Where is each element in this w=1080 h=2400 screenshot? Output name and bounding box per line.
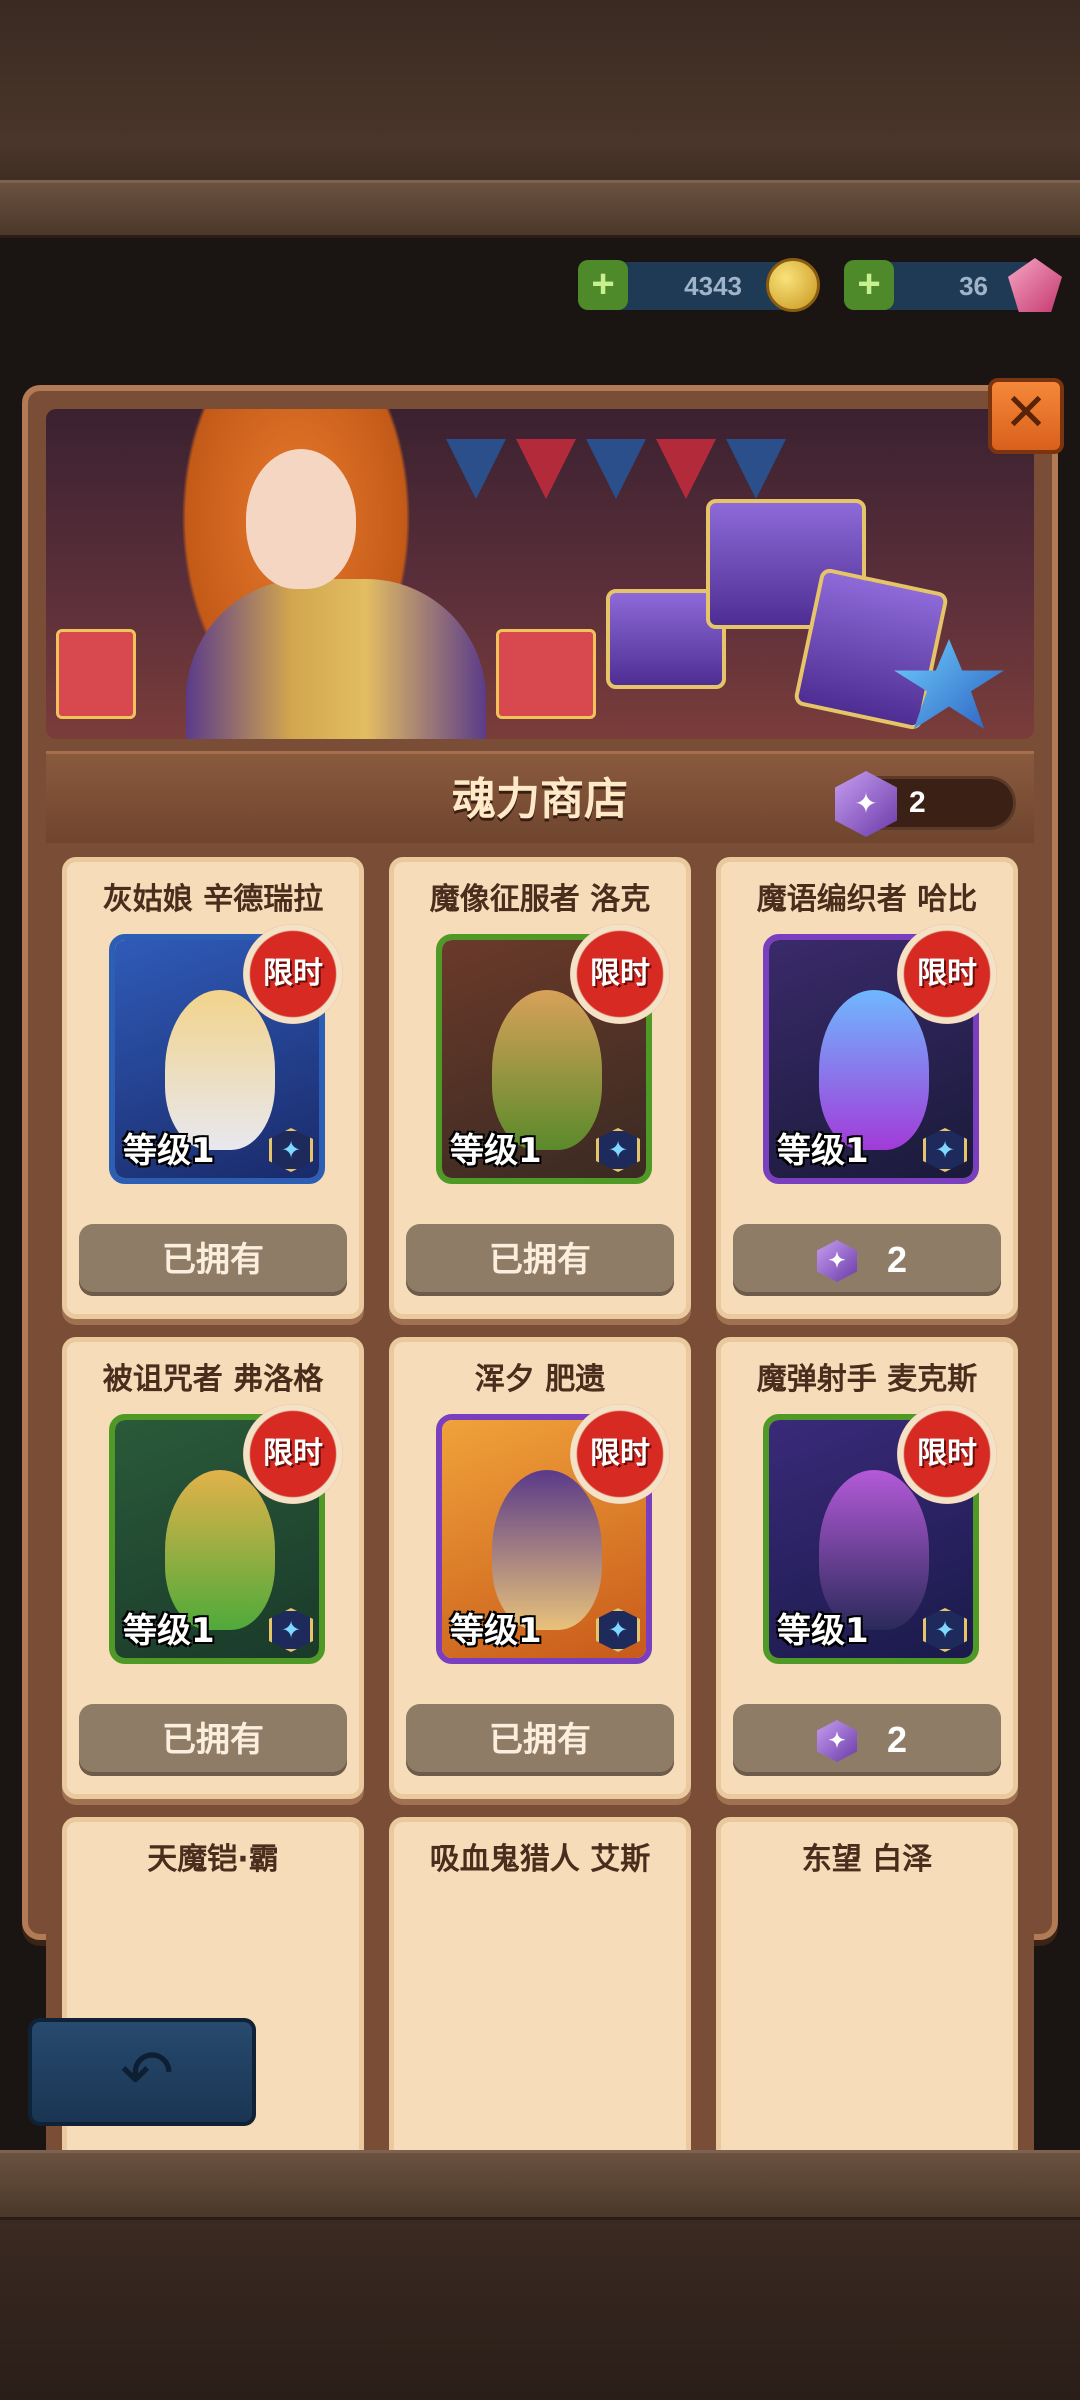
hero-name: 浑夕 肥遗 xyxy=(474,1362,606,1397)
back-button[interactable]: ↶ xyxy=(28,2018,256,2126)
add-gem-button[interactable]: + xyxy=(844,260,894,310)
hero-name: 天魔铠·霸 xyxy=(147,1842,279,1877)
limited-time-badge: 限时 xyxy=(897,1404,997,1504)
gold-coin-icon xyxy=(766,258,820,312)
add-gold-button[interactable]: + xyxy=(578,260,628,310)
hero-card[interactable]: 魔弹射手 麦克斯 等级1 ✦ 限时 ✦ 2 xyxy=(716,1337,1018,1799)
hero-name: 被诅咒者 弗洛格 xyxy=(102,1362,324,1397)
buy-button[interactable]: ✦ 2 xyxy=(733,1704,1001,1776)
price-amount: 2 xyxy=(887,1239,908,1280)
back-arrow-icon: ↶ xyxy=(120,2037,174,2111)
gem-counter: + 36 xyxy=(844,258,1062,312)
hero-name: 东望 白泽 xyxy=(801,1842,933,1877)
gold-counter: + 4343 xyxy=(578,258,820,312)
shop-panel: 魂力商店 2 灰姑娘 辛德瑞拉 等级1 ✦ 限时 已拥有 魔像征服者 洛克 等级… xyxy=(22,385,1058,2288)
soul-crystal-icon: ✦ xyxy=(817,1720,857,1762)
gold-amount: 4343 xyxy=(684,270,742,301)
gift-box-icon xyxy=(56,629,136,719)
hero-name: 魔弹射手 麦克斯 xyxy=(756,1362,978,1397)
owned-button[interactable]: 已拥有 xyxy=(79,1224,347,1296)
close-icon: ✕ xyxy=(1004,383,1048,443)
hero-name: 吸血鬼猎人 艾斯 xyxy=(429,1842,651,1877)
hero-card[interactable]: 灰姑娘 辛德瑞拉 等级1 ✦ 限时 已拥有 xyxy=(62,857,364,1319)
hero-level: 等级1 xyxy=(777,1131,869,1171)
hero-level: 等级1 xyxy=(777,1611,869,1651)
bottom-wood-band xyxy=(0,2150,1080,2220)
soul-balance: 2 xyxy=(835,771,1016,837)
hero-level: 等级1 xyxy=(123,1611,215,1651)
hero-level: 等级1 xyxy=(450,1611,542,1651)
hero-name: 魔语编织者 哈比 xyxy=(756,882,978,917)
soul-balance-amount: 2 xyxy=(909,786,926,819)
owned-button[interactable]: 已拥有 xyxy=(79,1704,347,1776)
hero-name: 灰姑娘 辛德瑞拉 xyxy=(102,882,324,917)
hero-card[interactable]: 魔像征服者 洛克 等级1 ✦ 限时 已拥有 xyxy=(389,857,691,1319)
limited-time-badge: 限时 xyxy=(243,1404,343,1504)
limited-time-badge: 限时 xyxy=(243,924,343,1024)
owned-button[interactable]: 已拥有 xyxy=(406,1224,674,1296)
hero-card[interactable]: 魔语编织者 哈比 等级1 ✦ 限时 ✦ 2 xyxy=(716,857,1018,1319)
banner-character-face xyxy=(246,449,356,589)
bottom-background xyxy=(0,2220,1080,2400)
gift-box-icon xyxy=(496,629,596,719)
hero-level: 等级1 xyxy=(450,1131,542,1171)
soul-crystal-icon: ✦ xyxy=(817,1240,857,1282)
hero-card[interactable]: 浑夕 肥遗 等级1 ✦ 限时 已拥有 xyxy=(389,1337,691,1799)
buy-button[interactable]: ✦ 2 xyxy=(733,1224,1001,1296)
top-wood-band xyxy=(0,180,1080,238)
shop-banner xyxy=(46,409,1034,739)
price-amount: 2 xyxy=(887,1719,908,1760)
limited-time-badge: 限时 xyxy=(570,924,670,1024)
hero-name: 魔像征服者 洛克 xyxy=(429,882,651,917)
gem-amount: 36 xyxy=(959,270,988,301)
limited-time-badge: 限时 xyxy=(570,1404,670,1504)
shop-title-bar: 魂力商店 2 xyxy=(46,751,1034,843)
close-button[interactable]: ✕ xyxy=(988,378,1064,454)
limited-time-badge: 限时 xyxy=(897,924,997,1024)
owned-button[interactable]: 已拥有 xyxy=(406,1704,674,1776)
hero-card[interactable]: 被诅咒者 弗洛格 等级1 ✦ 限时 已拥有 xyxy=(62,1337,364,1799)
hero-level: 等级1 xyxy=(123,1131,215,1171)
